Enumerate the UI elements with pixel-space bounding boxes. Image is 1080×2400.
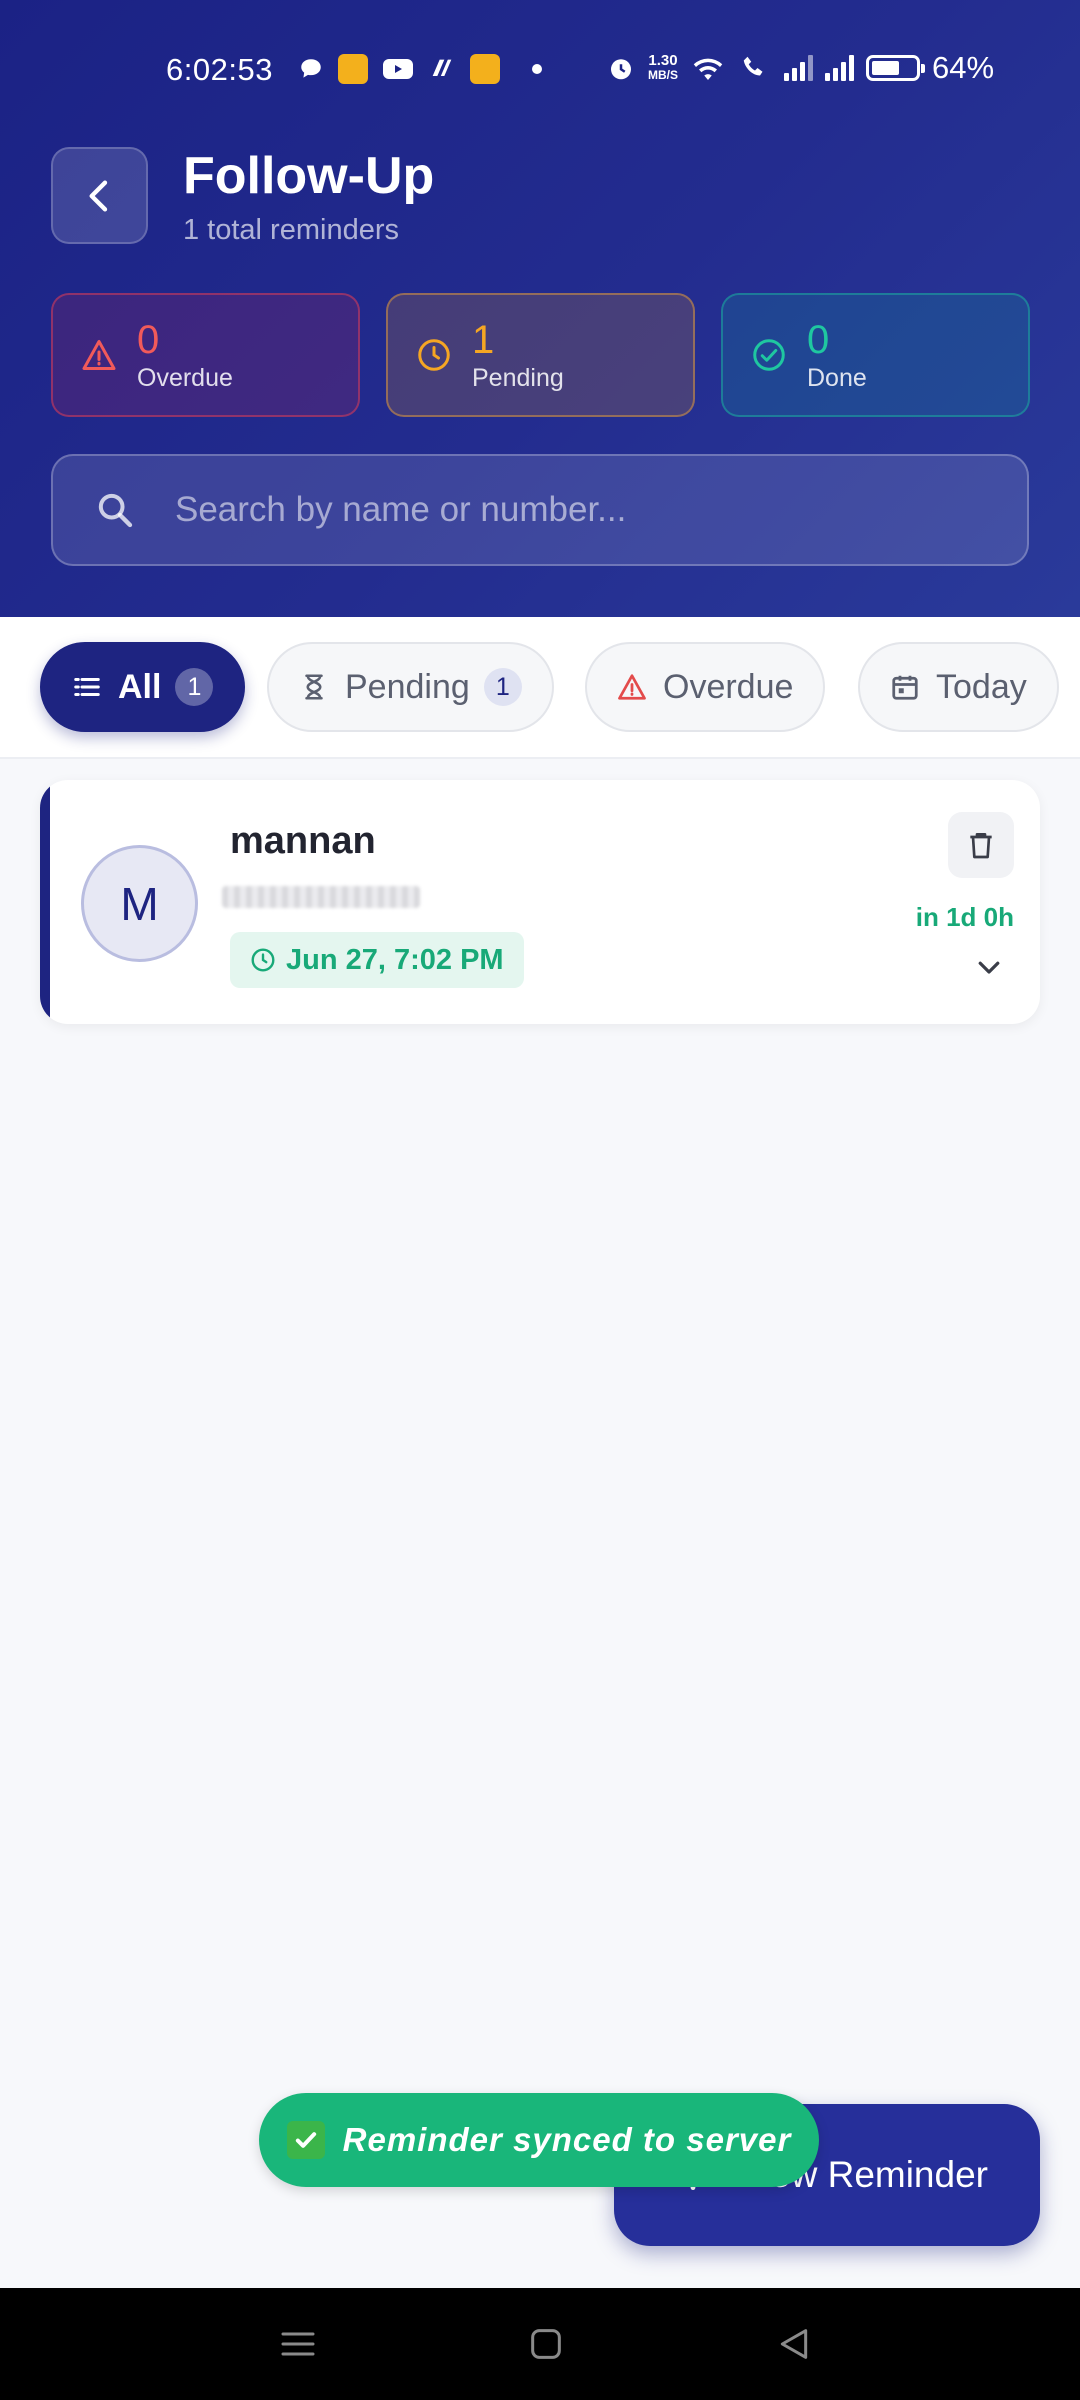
- filter-chip-pending-label: Pending: [345, 667, 470, 706]
- search-input[interactable]: [175, 490, 995, 530]
- contact-name: mannan: [230, 820, 376, 862]
- app-icon: [432, 59, 452, 76]
- check-mark-icon: [286, 2121, 325, 2159]
- delete-button[interactable]: [948, 812, 1014, 878]
- filter-bar: All 1 Pending 1 Overdue Today: [0, 617, 1080, 759]
- filter-chip-overdue-label: Overdue: [663, 667, 794, 706]
- filter-chip-today-label: Today: [936, 667, 1027, 706]
- filter-chip-pending-count: 1: [483, 668, 522, 706]
- list-icon: [74, 678, 100, 696]
- reminder-datetime-badge: Jun 27, 7:02 PM: [230, 932, 524, 988]
- chevron-left-icon: [89, 180, 107, 211]
- youtube-icon: [383, 59, 413, 79]
- filter-chip-all[interactable]: All 1: [40, 642, 246, 732]
- due-in-label: in 1d 0h: [915, 902, 1014, 932]
- stat-overdue[interactable]: 0 Overdue: [51, 293, 360, 417]
- chevron-down-icon[interactable]: [974, 952, 1004, 982]
- system-nav-bar: [0, 2288, 1080, 2400]
- filter-chip-pending[interactable]: Pending 1: [267, 642, 554, 732]
- signal-icon: [784, 55, 813, 81]
- chat-bubble-icon: [301, 59, 321, 78]
- clock-icon: [251, 948, 275, 972]
- header: 6:02:53 1.30 MB/S 64% Follow-Up 1 total r…: [0, 0, 1080, 617]
- stat-pending-count: 1: [472, 317, 495, 362]
- check-circle-icon: [753, 339, 785, 371]
- clock-icon: [418, 339, 450, 371]
- contact-number-redacted: [222, 886, 420, 908]
- page-subtitle: 1 total reminders: [183, 214, 399, 246]
- filter-chip-overdue[interactable]: Overdue: [585, 642, 826, 732]
- notification-icons: [298, 54, 542, 84]
- stat-pending-label: Pending: [472, 363, 564, 392]
- back-nav-icon[interactable]: [774, 2324, 814, 2364]
- card-accent: [40, 780, 50, 1024]
- stat-done-count: 0: [807, 317, 830, 362]
- status-bar: 6:02:53 1.30 MB/S 64%: [0, 38, 1080, 98]
- stat-pending[interactable]: 1 Pending: [386, 293, 695, 417]
- more-notifications-icon: [532, 64, 542, 74]
- system-icons: 1.30 MB/S 64%: [606, 50, 994, 86]
- toast-text: Reminder synced to server: [342, 2121, 792, 2158]
- search-icon: [98, 493, 133, 528]
- back-button[interactable]: [51, 147, 148, 244]
- notes-app-icon: [338, 54, 368, 84]
- filter-chip-all-label: All: [118, 667, 162, 706]
- status-time: 6:02:53: [166, 52, 273, 87]
- stat-overdue-count: 0: [137, 317, 160, 362]
- warning-icon: [618, 674, 646, 700]
- signal-icon-2: [825, 55, 854, 81]
- stat-overdue-label: Overdue: [137, 363, 233, 392]
- avatar: M: [81, 845, 198, 962]
- battery-icon: [866, 55, 925, 81]
- battery-level: 64%: [932, 50, 995, 85]
- stat-done-label: Done: [807, 363, 867, 392]
- reminder-datetime: Jun 27, 7:02 PM: [286, 943, 504, 976]
- wifi-icon: [693, 58, 723, 80]
- home-icon[interactable]: [526, 2324, 566, 2364]
- reminder-card[interactable]: M mannan Jun 27, 7:02 PM in 1d 0h: [40, 780, 1040, 1024]
- volte-call-icon: [743, 56, 763, 76]
- trash-icon: [970, 833, 992, 859]
- filter-chip-today[interactable]: Today: [858, 642, 1059, 732]
- menu-icon[interactable]: [278, 2324, 318, 2364]
- search-bar[interactable]: [51, 454, 1029, 566]
- network-speed: 1.30 MB/S: [648, 52, 678, 82]
- emoji-app-icon: [470, 54, 500, 84]
- warning-icon: [82, 340, 116, 370]
- filter-chip-all-count: 1: [175, 668, 214, 706]
- stat-done[interactable]: 0 Done: [721, 293, 1030, 417]
- calendar-icon: [892, 675, 918, 700]
- page-title: Follow-Up: [183, 147, 435, 205]
- alarm-icon: [611, 59, 631, 80]
- toast-notification: Reminder synced to server: [259, 2093, 819, 2187]
- hourglass-icon: [305, 674, 323, 700]
